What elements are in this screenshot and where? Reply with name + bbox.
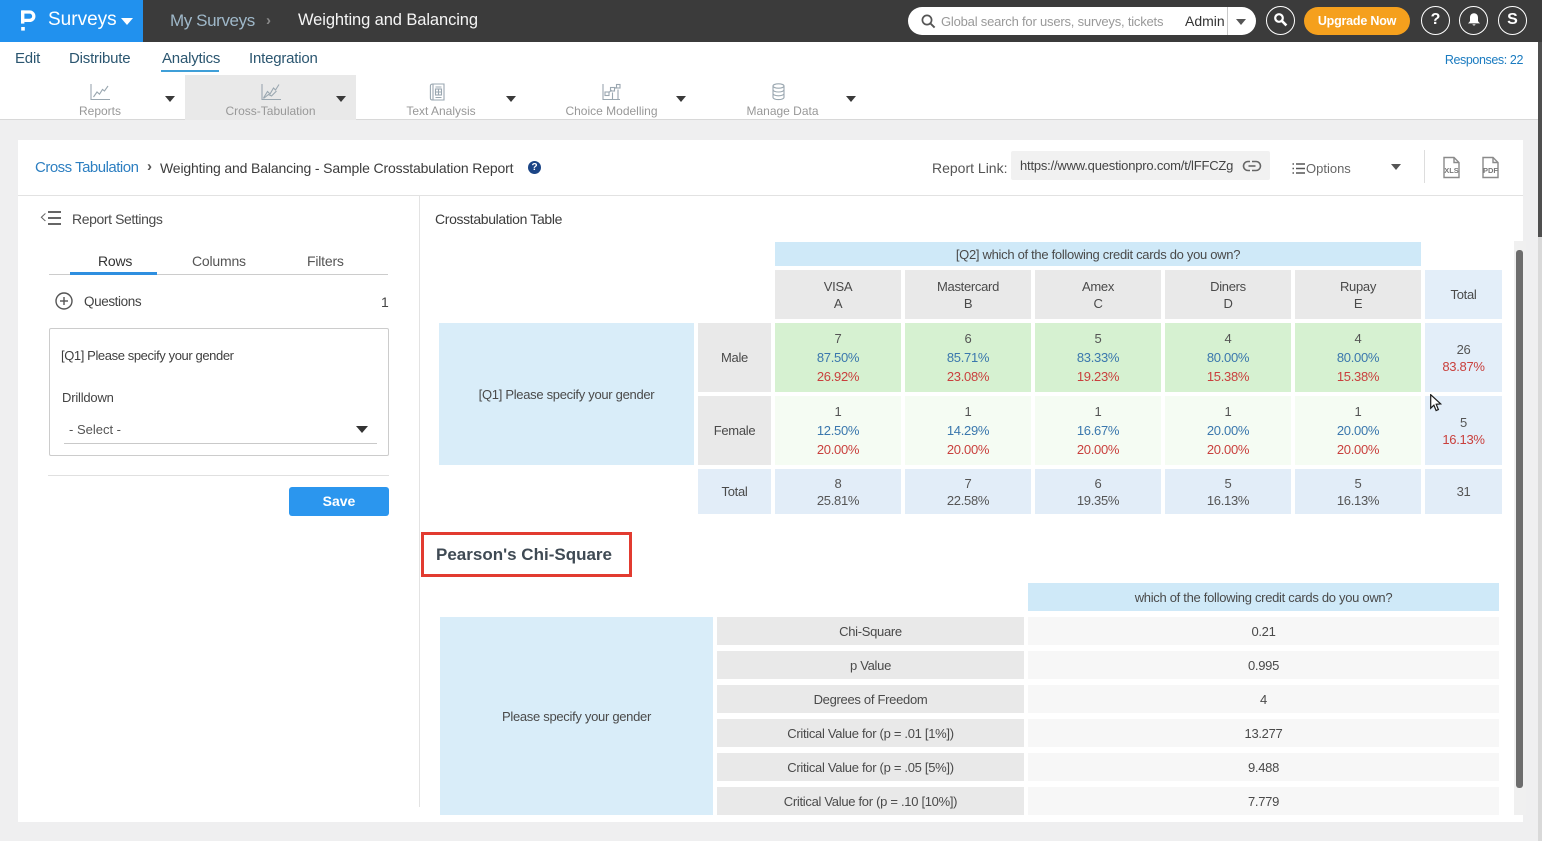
svg-text:XLS: XLS	[1444, 166, 1459, 175]
svg-text:PDF: PDF	[1483, 166, 1498, 175]
